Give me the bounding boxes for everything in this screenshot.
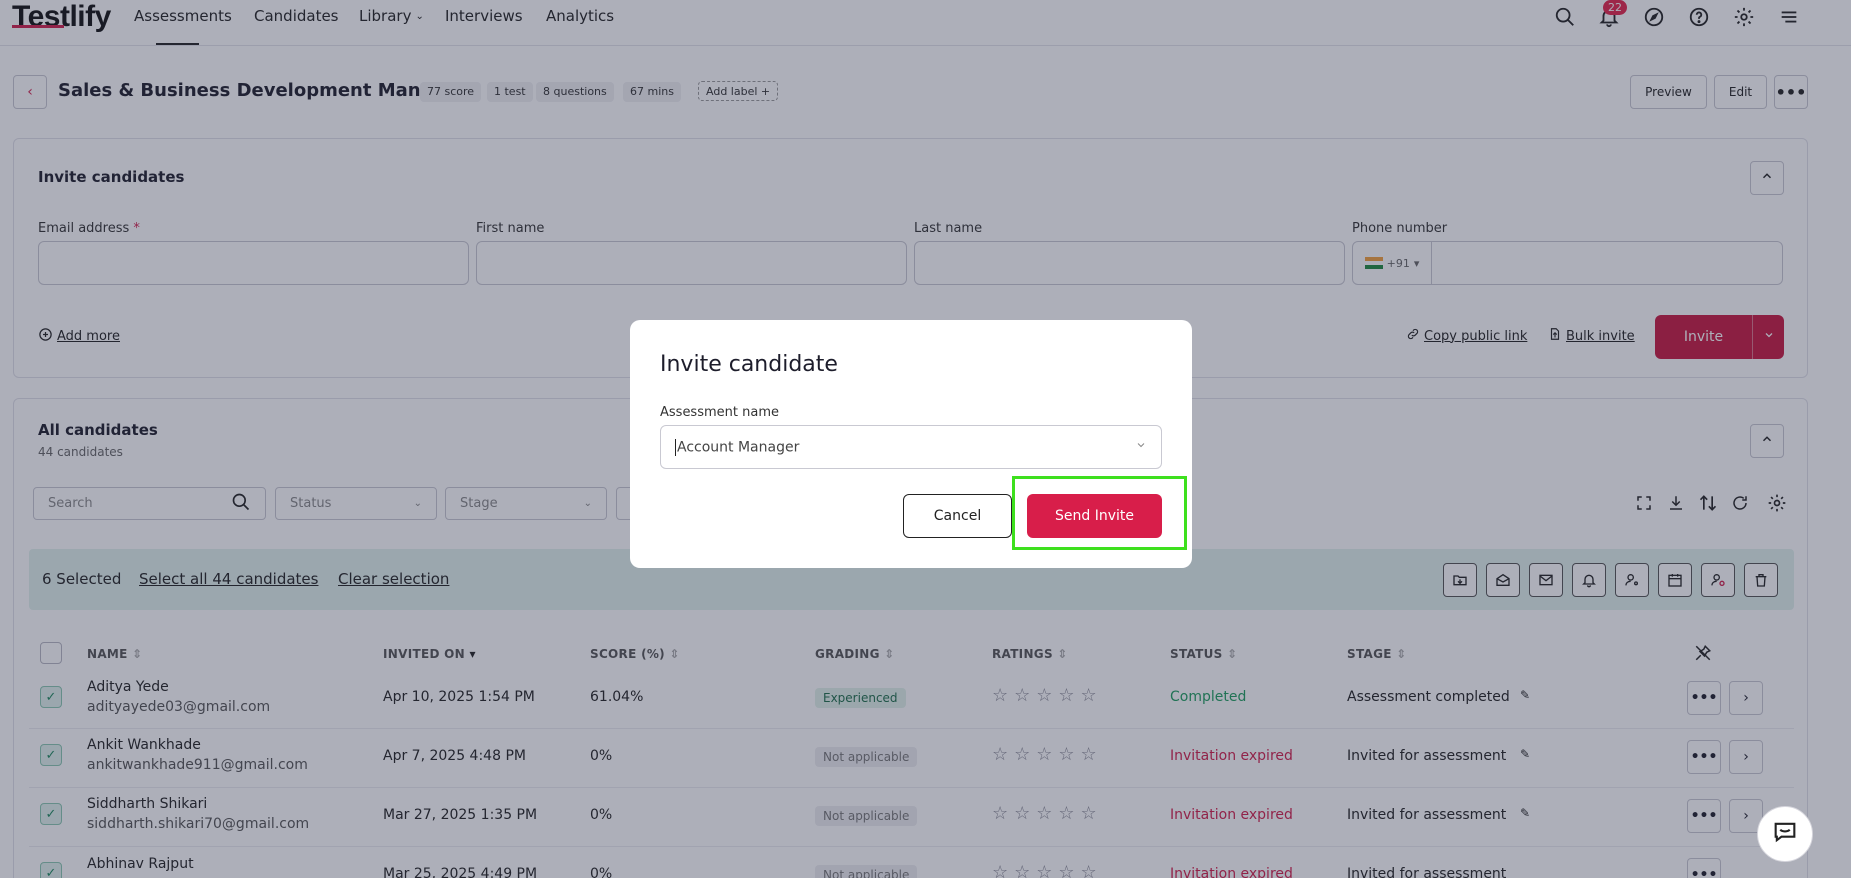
cancel-button[interactable]: Cancel — [903, 494, 1012, 538]
assessment-select-value: Account Manager — [677, 439, 800, 455]
send-invite-highlight — [1012, 476, 1187, 550]
chat-bubble-icon — [1771, 818, 1799, 850]
assessment-select-value-wrap: Account Manager — [675, 438, 800, 456]
text-cursor — [675, 438, 676, 456]
assessment-name-label: Assessment name — [660, 405, 779, 420]
chevron-down-icon — [1135, 439, 1147, 455]
assessment-select[interactable]: Account Manager — [660, 425, 1162, 469]
chat-support-button[interactable] — [1757, 806, 1813, 862]
modal-title: Invite candidate — [660, 352, 838, 377]
